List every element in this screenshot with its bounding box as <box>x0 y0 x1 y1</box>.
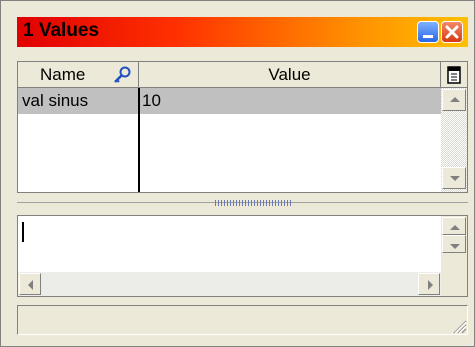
resize-grip-icon[interactable] <box>451 318 467 334</box>
column-options-icon <box>447 66 461 84</box>
editor-scroll-up-button[interactable] <box>442 217 466 235</box>
column-options-button[interactable] <box>441 62 467 88</box>
title-bar[interactable]: 1 Values <box>17 17 468 47</box>
cell-name: val sinus <box>22 91 89 110</box>
scrollbar-corner <box>441 272 467 296</box>
scroll-up-button[interactable] <box>442 89 466 111</box>
close-button[interactable] <box>441 21 463 43</box>
cell-value[interactable]: 10 <box>142 88 161 114</box>
splitter-grip[interactable] <box>215 200 293 206</box>
editor-vertical-scrollbar[interactable] <box>441 216 467 272</box>
status-bar <box>17 305 468 335</box>
close-icon <box>445 25 459 39</box>
editor-horizontal-scrollbar[interactable] <box>18 272 441 296</box>
scroll-right-button[interactable] <box>418 273 440 295</box>
column-header-name-label: Name <box>40 65 86 84</box>
scroll-down-button[interactable] <box>442 167 466 189</box>
values-window: 1 Values Name Value val sinus 10 <box>0 0 475 347</box>
key-search-icon[interactable] <box>112 66 132 84</box>
text-caret <box>22 222 24 242</box>
table-row[interactable]: val sinus 10 <box>18 88 441 114</box>
minimize-button[interactable] <box>417 21 439 43</box>
column-divider[interactable] <box>138 88 140 192</box>
table-vertical-scrollbar[interactable] <box>441 88 467 192</box>
column-header-value[interactable]: Value <box>139 62 441 88</box>
pane-splitter[interactable] <box>17 196 468 212</box>
values-table: Name Value val sinus 10 <box>17 61 468 193</box>
column-header-name[interactable]: Name <box>18 62 139 88</box>
editor-scroll-down-button[interactable] <box>442 235 466 253</box>
scroll-left-button[interactable] <box>19 273 41 295</box>
value-editor[interactable] <box>17 215 468 297</box>
window-title: 1 Values <box>23 20 100 41</box>
